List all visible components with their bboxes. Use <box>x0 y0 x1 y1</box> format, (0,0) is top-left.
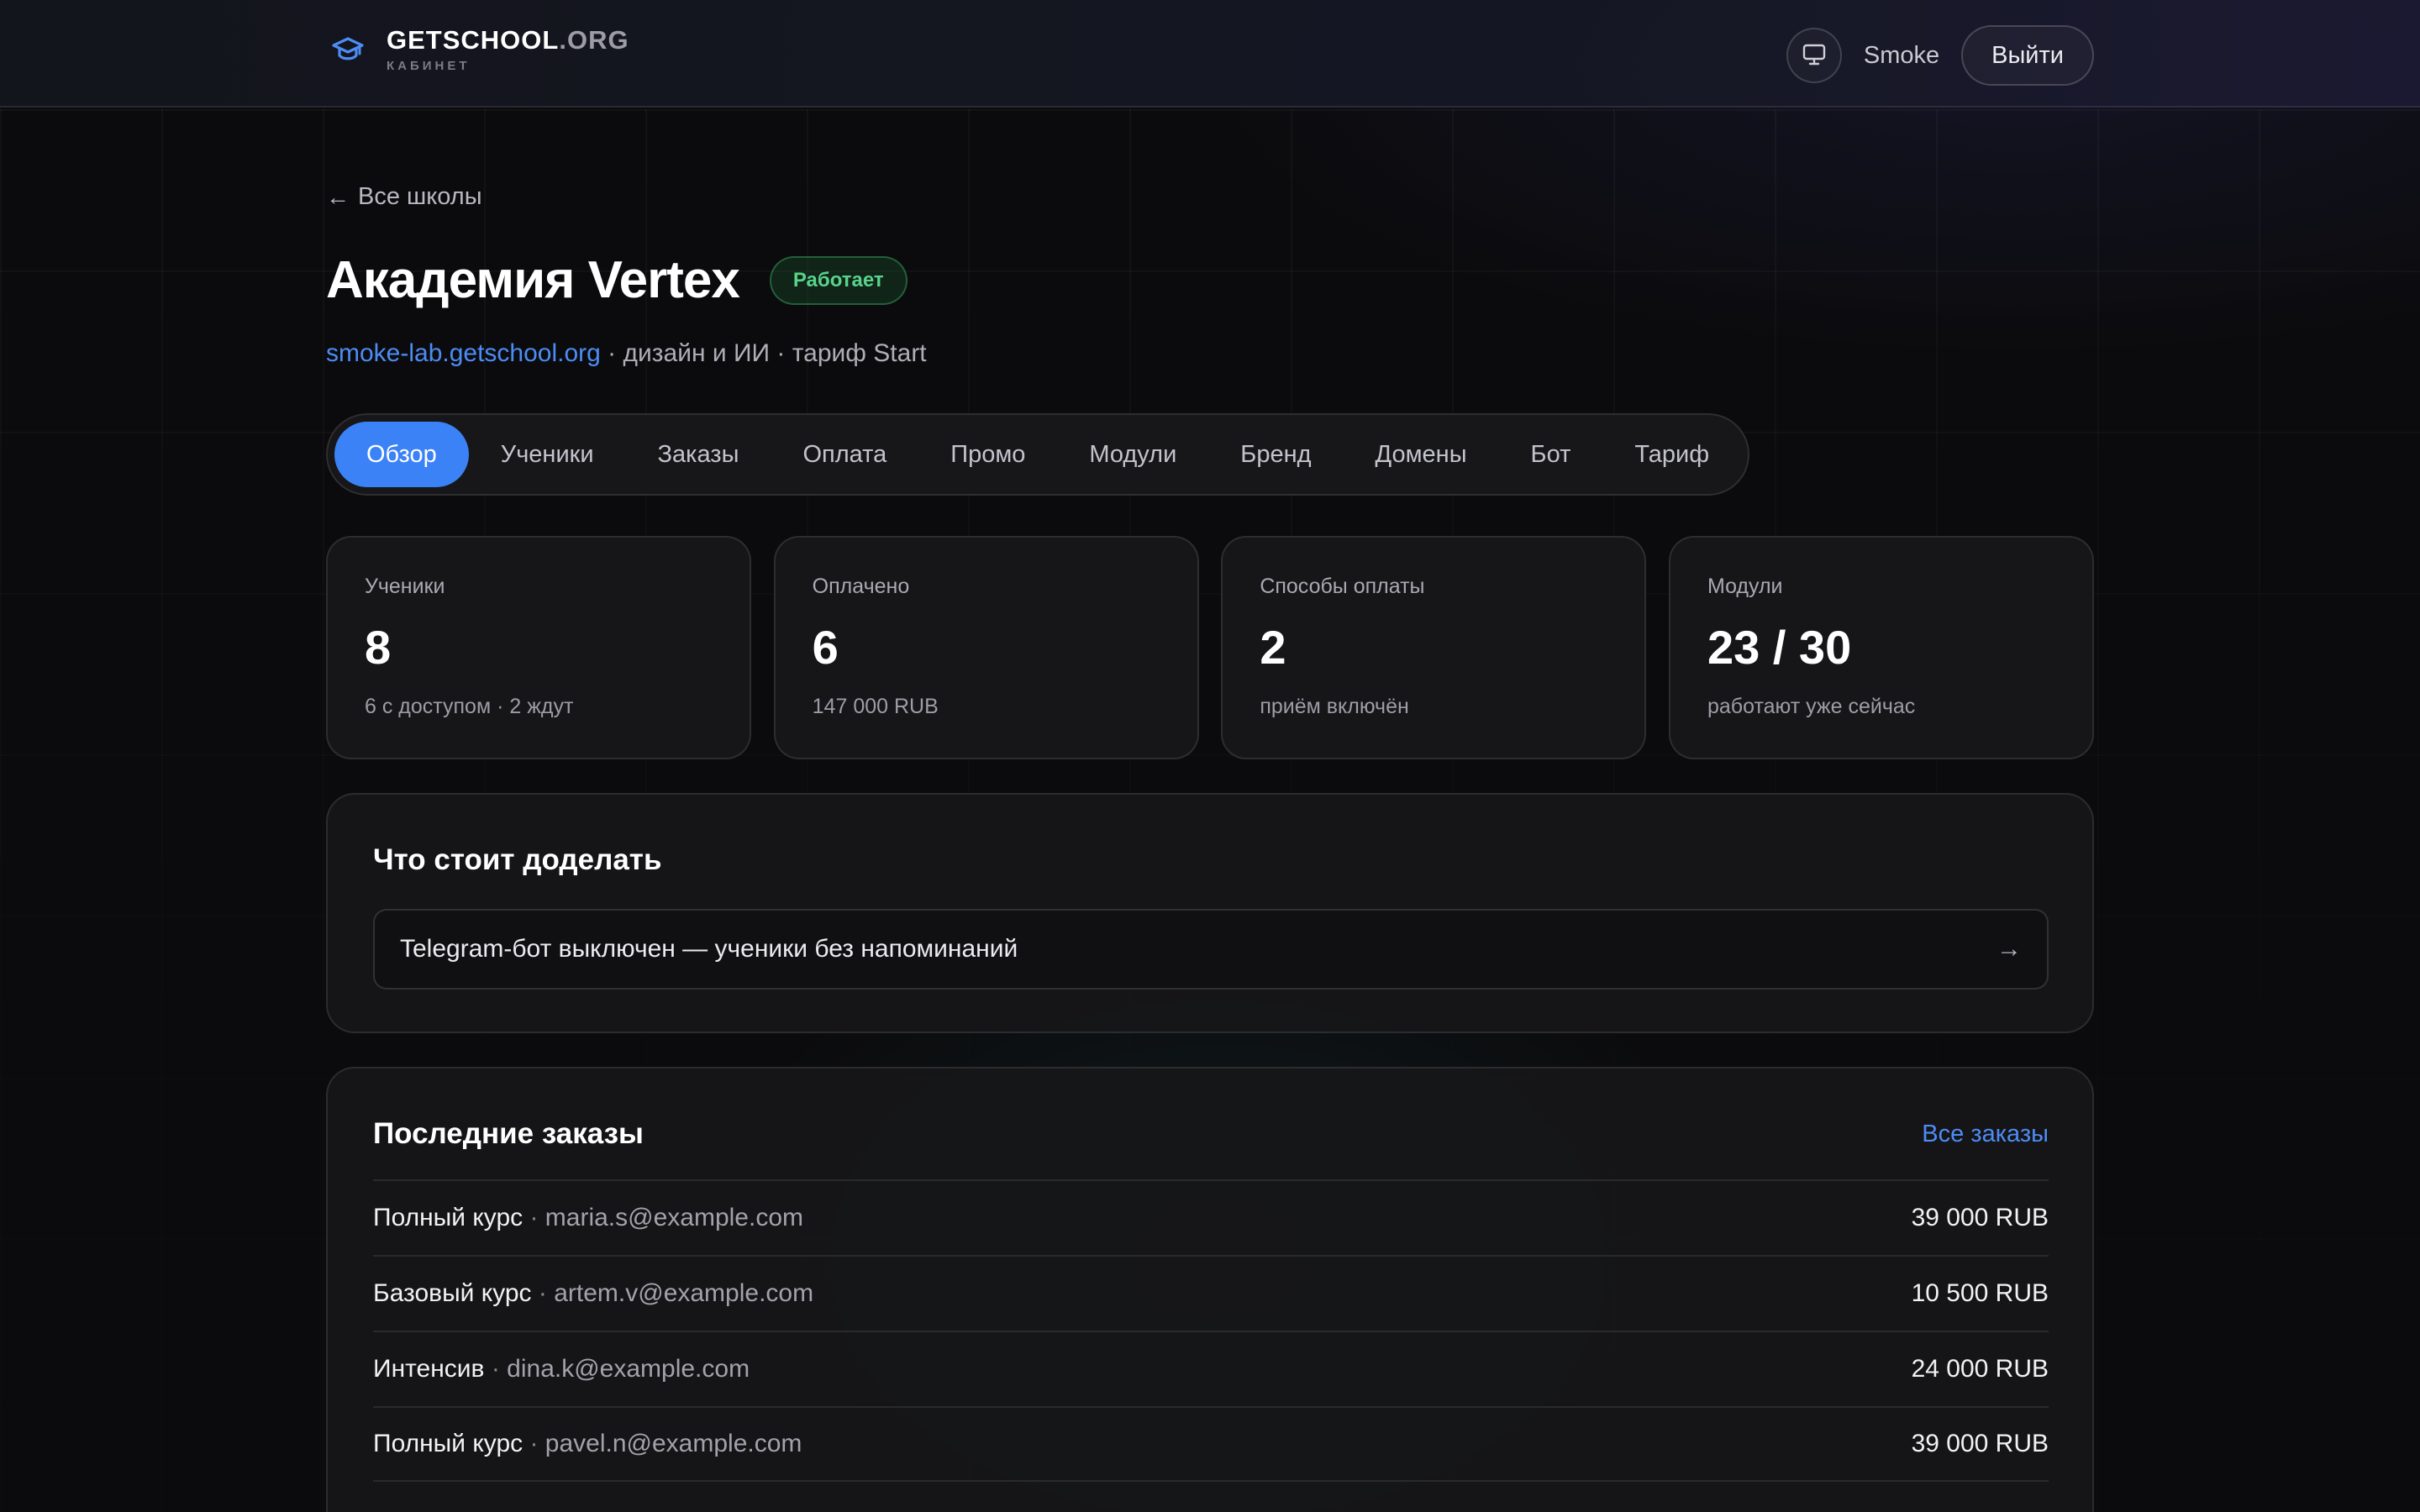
stat-label: Способы оплаты <box>1260 575 1425 598</box>
order-row[interactable]: Базовый курс · artem.v@example.com 10 50… <box>373 1255 2049 1331</box>
display-mode-button[interactable] <box>1786 28 1842 83</box>
stat-label: Ученики <box>365 575 445 598</box>
stat-card-students: Ученики 8 6 с доступом · 2 ждут <box>326 536 751 759</box>
user-name: Smoke <box>1863 41 1940 69</box>
order-row[interactable]: Полный курс · pavel.n@example.com 39 000… <box>373 1406 2049 1482</box>
recent-orders-panel: Последние заказы Все заказы Полный курс … <box>326 1067 2094 1512</box>
order-info: Полный курс · pavel.n@example.com <box>373 1430 802 1458</box>
order-amount: 39 000 RUB <box>1911 1430 2049 1457</box>
order-product: Полный курс <box>373 1430 523 1457</box>
top-bar: GETSCHOOL.ORG КАБИНЕТ Smoke Выйти <box>0 0 2420 108</box>
tab-payment[interactable]: Оплата <box>771 422 918 487</box>
brand-logo[interactable]: GETSCHOOL.ORG КАБИНЕТ <box>326 25 629 73</box>
brand-name: GETSCHOOL.ORG <box>387 25 629 55</box>
graduation-cap-icon <box>326 28 370 71</box>
tab-domains[interactable]: Домены <box>1344 422 1499 487</box>
order-email: artem.v@example.com <box>554 1279 814 1307</box>
order-email: maria.s@example.com <box>544 1204 804 1231</box>
order-amount: 10 500 RUB <box>1911 1279 2049 1307</box>
tab-modules[interactable]: Модули <box>1057 422 1208 487</box>
page-title: Академия Vertex <box>326 251 740 309</box>
brand-text: GETSCHOOL.ORG КАБИНЕТ <box>387 25 629 73</box>
stat-label: Оплачено <box>812 575 910 598</box>
todo-panel: Что стоит доделать Telegram-бот выключен… <box>326 793 2094 1033</box>
stat-value: 23 / 30 <box>1707 621 1852 674</box>
orders-title: Последние заказы <box>373 1117 644 1150</box>
order-amount: 24 000 RUB <box>1911 1355 2049 1383</box>
stat-subtext: 6 с доступом · 2 ждут <box>365 695 574 718</box>
order-amount: 39 000 RUB <box>1911 1204 2049 1231</box>
stat-card-paid: Оплачено 6 147 000 RUB <box>773 536 1199 759</box>
arrow-right-icon: → <box>1996 935 2022 963</box>
order-email: dina.k@example.com <box>507 1355 750 1383</box>
stat-value: 6 <box>812 621 839 674</box>
todo-item-text: Telegram-бот выключен — ученики без напо… <box>400 935 1018 963</box>
logout-button[interactable]: Выйти <box>1961 25 2094 86</box>
order-product: Базовый курс <box>373 1279 532 1307</box>
status-badge: Работает <box>769 255 908 305</box>
page: GETSCHOOL.ORG КАБИНЕТ Smoke Выйти ← Все <box>0 0 2420 1512</box>
stat-subtext: 147 000 RUB <box>812 695 939 718</box>
order-separator: · <box>523 1204 545 1231</box>
section-tabs: Обзор Ученики Заказы Оплата Промо Модули… <box>326 413 1749 496</box>
header-actions: Smoke Выйти <box>1786 25 2094 86</box>
stat-card-modules: Модули 23 / 30 работают уже сейчас <box>1668 536 2094 759</box>
back-link-label: Все школы <box>358 183 482 210</box>
order-separator: · <box>523 1430 545 1457</box>
orders-list: Полный курс · maria.s@example.com 39 000… <box>373 1179 2049 1482</box>
order-info: Полный курс · maria.s@example.com <box>373 1204 803 1232</box>
brand-tld: .ORG <box>559 25 629 55</box>
tab-overview[interactable]: Обзор <box>334 422 469 487</box>
tab-bot[interactable]: Бот <box>1499 422 1603 487</box>
stat-subtext: работают уже сейчас <box>1707 695 1916 718</box>
title-row: Академия Vertex Работает <box>326 250 908 310</box>
order-product: Интенсив <box>373 1355 485 1383</box>
all-orders-link[interactable]: Все заказы <box>1922 1121 2049 1148</box>
tab-promo[interactable]: Промо <box>918 422 1057 487</box>
stat-label: Модули <box>1707 575 1783 598</box>
tab-brand[interactable]: Бренд <box>1208 422 1343 487</box>
order-separator: · <box>531 1279 555 1307</box>
stat-card-payment-methods: Способы оплаты 2 приём включён <box>1221 536 1647 759</box>
stat-subtext: приём включён <box>1260 695 1409 718</box>
order-product: Полный курс <box>373 1204 523 1231</box>
stat-value: 2 <box>1260 621 1286 674</box>
stats-row: Ученики 8 6 с доступом · 2 ждут Оплачено… <box>326 536 2094 759</box>
tab-plan[interactable]: Тариф <box>1602 422 1741 487</box>
order-row[interactable]: Полный курс · maria.s@example.com 39 000… <box>373 1179 2049 1255</box>
school-domain-link[interactable]: smoke-lab.getschool.org <box>326 339 601 367</box>
tab-orders[interactable]: Заказы <box>626 422 771 487</box>
order-info: Базовый курс · artem.v@example.com <box>373 1279 813 1308</box>
todo-item[interactable]: Telegram-бот выключен — ученики без напо… <box>373 909 2049 990</box>
stat-value: 8 <box>365 621 392 674</box>
orders-header: Последние заказы Все заказы <box>373 1117 2049 1151</box>
tab-students[interactable]: Ученики <box>469 422 626 487</box>
school-meta: smoke-lab.getschool.org · дизайн и ИИ · … <box>326 339 927 368</box>
school-meta-text: · дизайн и ИИ · тариф Start <box>600 339 927 367</box>
arrow-left-icon: ← <box>326 183 350 210</box>
back-to-schools-link[interactable]: ← Все школы <box>326 183 482 211</box>
order-separator: · <box>484 1355 508 1383</box>
brand-subtitle: КАБИНЕТ <box>387 59 471 73</box>
order-row[interactable]: Интенсив · dina.k@example.com 24 000 RUB <box>373 1331 2049 1406</box>
order-info: Интенсив · dina.k@example.com <box>373 1355 750 1383</box>
order-email: pavel.n@example.com <box>544 1430 802 1457</box>
monitor-icon <box>1802 44 1826 68</box>
todo-title: Что стоит доделать <box>373 843 662 876</box>
